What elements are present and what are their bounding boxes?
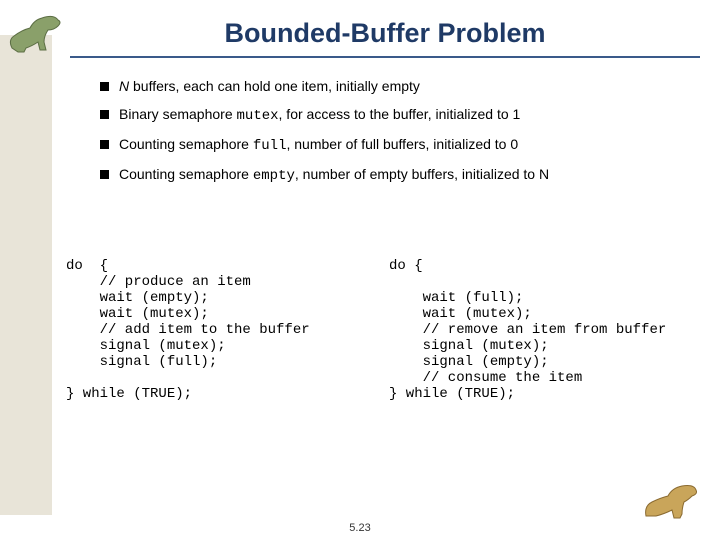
bullet-4: Counting semaphore empty, number of empt… <box>100 166 696 184</box>
bullet-text: N <box>119 78 129 94</box>
bullet-marker-icon <box>100 140 109 149</box>
title-rule <box>70 56 700 58</box>
dinosaur-bottom-icon <box>642 476 704 520</box>
bullet-1: N buffers, each can hold one item, initi… <box>100 78 696 94</box>
page-number: 5.23 <box>0 522 720 534</box>
bullet-code: full <box>253 138 287 154</box>
bullet-text: , for access to the buffer, initialized … <box>279 106 521 122</box>
bullet-text: , number of full buffers, initialized to… <box>286 136 518 152</box>
slide: Bounded-Buffer Problem N buffers, each c… <box>0 0 720 540</box>
bullet-list: N buffers, each can hold one item, initi… <box>100 78 696 196</box>
bullet-marker-icon <box>100 110 109 119</box>
slide-title: Bounded-Buffer Problem <box>70 18 700 49</box>
code-columns: do { // produce an item wait (empty); wa… <box>66 258 700 510</box>
bullet-text: buffers, each can hold one item, initial… <box>129 78 420 94</box>
dinosaur-top-icon <box>4 6 70 54</box>
left-sidebar <box>0 35 52 515</box>
bullet-code: mutex <box>237 108 279 124</box>
bullet-text: Binary semaphore <box>119 106 237 122</box>
producer-code: do { // produce an item wait (empty); wa… <box>66 258 383 510</box>
bullet-marker-icon <box>100 170 109 179</box>
bullet-2: Binary semaphore mutex, for access to th… <box>100 106 696 124</box>
bullet-marker-icon <box>100 82 109 91</box>
consumer-code: do { wait (full); wait (mutex); // remov… <box>383 258 700 510</box>
bullet-3: Counting semaphore full, number of full … <box>100 136 696 154</box>
bullet-text: Counting semaphore <box>119 166 253 182</box>
bullet-text: Counting semaphore <box>119 136 253 152</box>
bullet-code: empty <box>253 168 295 184</box>
bullet-text: , number of empty buffers, initialized t… <box>295 166 549 182</box>
